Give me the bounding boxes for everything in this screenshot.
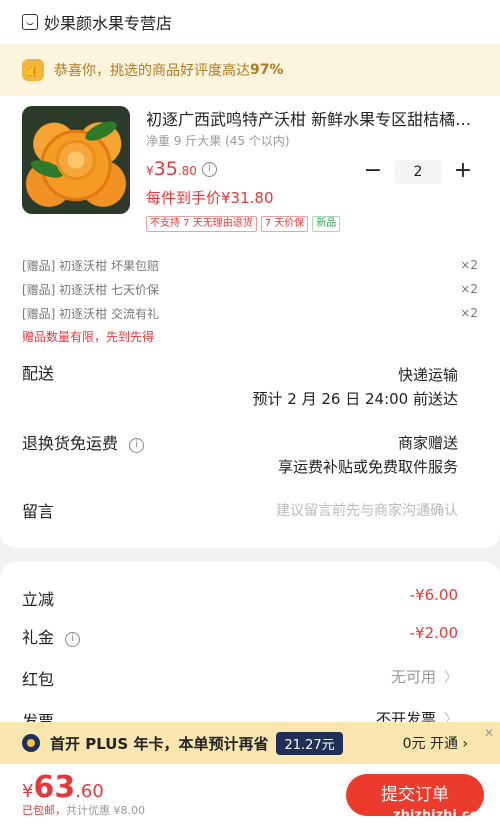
red-packet-value-wrap: 无可用〉 [391, 666, 458, 687]
total-note: 已包邮，共计优惠 ¥8.00 [22, 802, 145, 818]
invoice-value: 不开发票 [375, 710, 436, 722]
plus-promo-banner[interactable]: 首开 PLUS 年卡，本单预计再省 21.27元 0元 开通 › ✕ [0, 722, 500, 764]
total-currency: ¥ [22, 781, 34, 802]
gift-money-label: 礼金 [22, 628, 55, 647]
close-icon[interactable]: ✕ [478, 722, 500, 744]
unit-price: 每件到手价¥31.80 [146, 189, 274, 207]
order-total: ¥63.60 [22, 770, 104, 805]
product-tags: 不支持 7 天无理由退货 7 天价保 新品 [146, 216, 341, 232]
gift-label: [赠品] 初逐沃柑 坏果包赔 [22, 258, 159, 273]
gift-money-value: -¥2.00 [409, 624, 458, 642]
order-card: 妙果颜水果专营店 👍 恭喜你，挑选的商品好评度高达 97% 初逐广西武鸣特产沃柑… [0, 0, 500, 548]
gift-item: [赠品] 初逐沃柑 交流有礼 ×2 [22, 301, 478, 325]
delivery-label: 配送 [22, 364, 55, 383]
free-shipping-text: 已包邮， [22, 804, 66, 817]
store-icon [22, 14, 38, 30]
gift-list: [赠品] 初逐沃柑 坏果包赔 ×2 [赠品] 初逐沃柑 七天价保 ×2 [赠品]… [22, 253, 478, 349]
product-image[interactable] [22, 106, 130, 214]
gift-note: 赠品数量有限，先到先得 [22, 330, 155, 344]
total-saved-text: 共计优惠 ¥8.00 [66, 804, 145, 817]
store-header[interactable]: 妙果颜水果专营店 [0, 0, 500, 44]
plus-open-link[interactable]: 0元 开通 › [403, 733, 468, 753]
praise-text: 恭喜你，挑选的商品好评度高达 [54, 63, 250, 79]
product-price: ¥35.80 i [146, 158, 217, 180]
delivery-method: 快递运输 [397, 366, 458, 384]
gift-item: [赠品] 初逐沃柑 坏果包赔 ×2 [22, 253, 478, 277]
chevron-right-icon: 〉 [444, 712, 458, 722]
plus-logo-icon [22, 734, 40, 752]
gift-item: [赠品] 初逐沃柑 七天价保 ×2 [22, 277, 478, 301]
invoice-label: 发票 [22, 712, 55, 722]
chevron-right-icon: 〉 [444, 670, 458, 686]
gift-label: [赠品] 初逐沃柑 七天价保 [22, 282, 159, 297]
return-info-icon[interactable]: i [129, 438, 145, 453]
plus-save-amount: 21.27元 [276, 731, 343, 755]
praise-percent: 97% [250, 62, 284, 78]
gift-label: [赠品] 初逐沃柑 交流有礼 [22, 306, 159, 321]
invoice-value-wrap: 不开发票〉 [376, 708, 458, 722]
return-shipping-row[interactable]: 退换货免运费 i 商家赠送 享运费补贴或免费取件服务 [22, 430, 458, 480]
total-integer: 63 [33, 770, 76, 805]
product-title[interactable]: 初逐广西武鸣特产沃柑 新鲜水果专区甜桔橘… [146, 106, 476, 130]
return-shipping-giver: 商家赠送 [397, 434, 458, 452]
invoice-row[interactable]: 发票 不开发票〉 [22, 708, 458, 722]
increase-button[interactable]: + [448, 160, 478, 184]
red-packet-row[interactable]: 红包 无可用〉 [22, 666, 458, 692]
return-shipping-label: 退换货免运费 [22, 434, 119, 453]
quantity-input[interactable]: 2 [394, 160, 442, 184]
red-packet-label: 红包 [22, 670, 55, 689]
store-name: 妙果颜水果专营店 [44, 14, 173, 33]
gift-qty: ×2 [460, 258, 478, 272]
total-decimal: .60 [75, 781, 104, 802]
instant-discount-label: 立减 [22, 590, 55, 609]
quantity-stepper: − 2 + [358, 160, 478, 184]
praise-banner: 👍 恭喜你，挑选的商品好评度高达 97% [0, 44, 500, 96]
gift-qty: ×2 [460, 306, 478, 320]
product-spec: 净重 9 斤大果 (45 个以内) [146, 134, 290, 148]
gift-money-row: 礼金 i -¥2.00 [22, 624, 458, 650]
price-currency: ¥ [146, 164, 154, 178]
message-label: 留言 [22, 502, 55, 521]
tag-no-return: 不支持 7 天无理由退货 [146, 216, 257, 232]
instant-discount-value: -¥6.00 [409, 586, 458, 604]
decrease-button[interactable]: − [358, 160, 388, 184]
delivery-eta: 预计 2 月 26 日 24:00 前送达 [252, 390, 458, 408]
red-packet-value: 无可用 [390, 668, 436, 686]
gift-qty: ×2 [460, 282, 478, 296]
message-row: 留言 建议留言前先与商家沟通确认 [22, 498, 458, 522]
watermark: zhizhizhi.com [393, 808, 492, 823]
gift-money-info-icon[interactable]: i [65, 632, 81, 647]
message-input[interactable]: 建议留言前先与商家沟通确认 [276, 500, 458, 520]
return-shipping-desc: 享运费补贴或免费取件服务 [277, 458, 458, 476]
plus-promo-text: 首开 PLUS 年卡，本单预计再省 [50, 734, 269, 753]
price-decimal: .80 [177, 164, 197, 178]
price-integer: 35 [153, 158, 178, 180]
instant-discount-row: 立减 -¥6.00 [22, 586, 458, 612]
tag-price-protect: 7 天价保 [260, 216, 309, 232]
thumbs-up-icon: 👍 [22, 59, 44, 81]
delivery-row[interactable]: 配送 快递运输 预计 2 月 26 日 24:00 前送达 [22, 360, 458, 408]
price-info-icon[interactable]: i [202, 162, 217, 177]
tag-new: 新品 [312, 216, 341, 232]
